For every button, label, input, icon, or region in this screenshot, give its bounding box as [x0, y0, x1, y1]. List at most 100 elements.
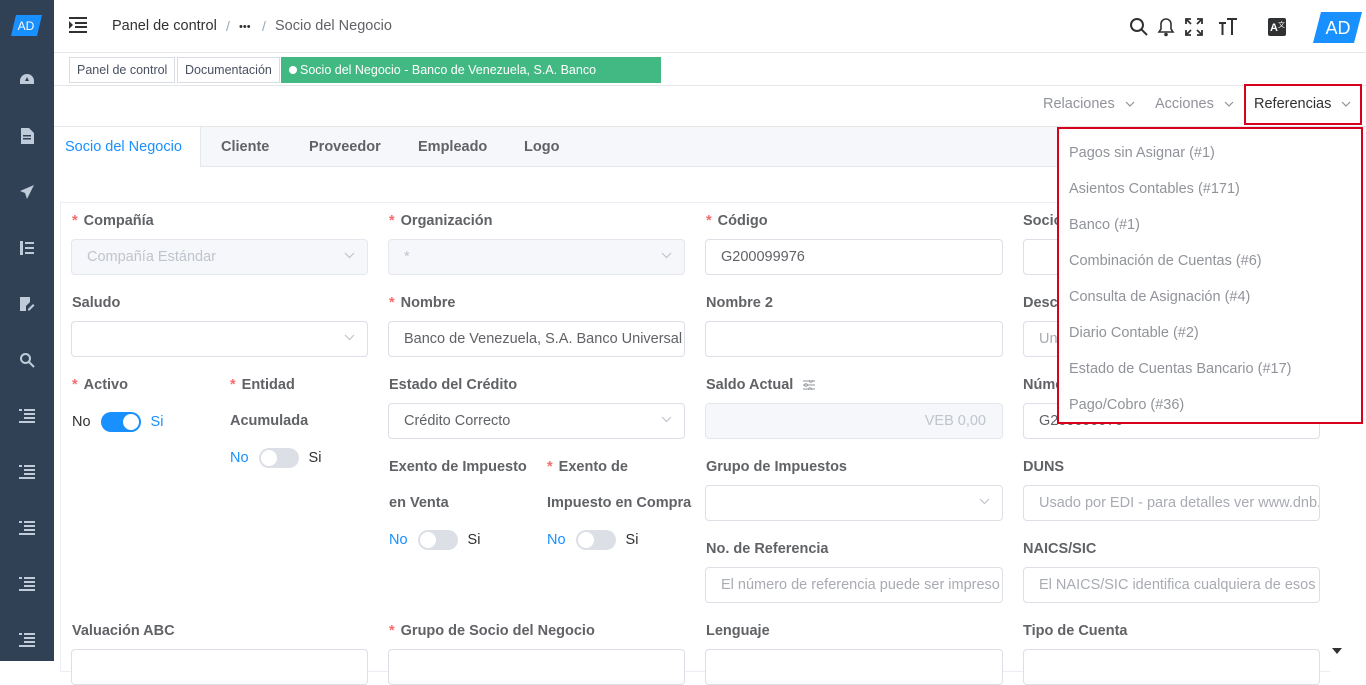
credit-status-label: Estado del Crédito	[389, 377, 518, 393]
toggle-switch[interactable]	[100, 412, 141, 432]
tag-socio-del-negocio[interactable]: Socio del Negocio - Banco de Venezuela, …	[281, 57, 661, 101]
svg-text:AD: AD	[18, 19, 35, 33]
reference-item[interactable]: Pagos sin Asignar (#1)	[1069, 145, 1215, 161]
active-switch[interactable]: No Si	[72, 412, 163, 432]
tax-exempt-sales-label-2: en Venta	[389, 495, 449, 511]
chevron-down-icon	[979, 498, 990, 505]
balance-label: Saldo Actual	[706, 377, 816, 393]
greeting-label: Saludo	[72, 295, 121, 311]
duns-input[interactable]: Usado por EDI - para detalles ver www.dn…	[1023, 485, 1320, 521]
tag-documentacion[interactable]: Documentación	[177, 57, 280, 83]
code-input[interactable]: G200099976	[705, 239, 1003, 275]
scroll-down-arrow-icon[interactable]	[1332, 648, 1342, 654]
svg-text:AD: AD	[1325, 18, 1350, 38]
tax-group-select[interactable]	[705, 485, 1003, 521]
tag-panel-de-control[interactable]: Panel de control	[69, 57, 176, 83]
name-input[interactable]: Banco de Venezuela, S.A. Banco Universal	[388, 321, 685, 357]
tax-exempt-purchase-label-2: Impuesto en Compra	[547, 495, 692, 511]
reference-item[interactable]: Banco (#1)	[1069, 217, 1140, 233]
abc-select[interactable]	[71, 649, 368, 685]
filter-icon[interactable]	[803, 379, 816, 391]
organization-value: *	[404, 249, 410, 265]
tab-socio-del-negocio[interactable]: Socio del Negocio	[54, 127, 201, 167]
toggle-switch[interactable]	[258, 448, 299, 468]
send-icon[interactable]	[18, 183, 36, 201]
organization-label: * Organización	[389, 213, 493, 229]
tab-proveedor[interactable]: Proveedor	[309, 127, 381, 167]
references-dropdown: Pagos sin Asignar (#1) Asientos Contable…	[1057, 127, 1363, 424]
naics-label: NAICS/SIC	[1023, 541, 1097, 557]
references-highlight	[1244, 84, 1362, 125]
tax-exempt-purchase-label: * Exento de	[547, 459, 628, 475]
name2-label: Nombre 2	[706, 295, 773, 311]
breadcrumb-ellipsis[interactable]: •••	[239, 21, 251, 33]
language-select[interactable]	[705, 649, 1003, 685]
switch-yes-label: Si	[150, 414, 164, 430]
search-icon[interactable]	[18, 351, 36, 369]
reference-item[interactable]: Consulta de Asignación (#4)	[1069, 289, 1250, 305]
document-icon[interactable]	[18, 127, 36, 145]
chevron-down-icon	[661, 416, 672, 423]
list-icon[interactable]	[18, 463, 36, 481]
tab-cliente[interactable]: Cliente	[221, 127, 269, 167]
summary-label: * Entidad	[230, 377, 295, 393]
reference-no-input[interactable]: El número de referencia puede ser impres…	[705, 567, 1003, 603]
relations-menu[interactable]: Relaciones	[1043, 96, 1135, 112]
switch-no-label: No	[547, 532, 566, 548]
balance-input[interactable]: VEB 0,00	[705, 403, 1003, 439]
chevron-down-icon	[661, 252, 672, 259]
active-dot-icon	[289, 66, 297, 74]
list-icon[interactable]	[18, 575, 36, 593]
greeting-select[interactable]	[71, 321, 368, 357]
duns-label: DUNS	[1023, 459, 1065, 475]
actions-label: Acciones	[1155, 96, 1214, 112]
svg-text:文: 文	[1278, 20, 1285, 29]
hamburger-icon[interactable]	[69, 17, 87, 33]
switch-yes-label: Si	[467, 532, 481, 548]
toggle-switch[interactable]	[417, 530, 458, 550]
app-logo[interactable]: AD	[11, 15, 42, 36]
search-icon[interactable]	[1128, 16, 1150, 38]
tax-exempt-sales-switch[interactable]: No Si	[389, 530, 480, 550]
reference-item[interactable]: Diario Contable (#2)	[1069, 325, 1199, 341]
actions-menu[interactable]: Acciones	[1155, 96, 1234, 112]
breadcrumb-home[interactable]: Panel de control	[112, 18, 217, 34]
user-avatar[interactable]: AD	[1313, 12, 1362, 43]
reference-item[interactable]: Pago/Cobro (#36)	[1069, 397, 1184, 413]
tax-exempt-purchase-switch[interactable]: No Si	[547, 530, 638, 550]
bp-group-select[interactable]	[388, 649, 685, 685]
tab-logo[interactable]: Logo	[524, 127, 559, 167]
naics-input[interactable]: El NAICS/SIC identifica cualquiera de es…	[1023, 567, 1320, 603]
name2-input[interactable]	[705, 321, 1003, 357]
credit-status-select[interactable]: Crédito Correcto	[388, 403, 685, 439]
summary-switch[interactable]: No Si	[230, 448, 321, 468]
dashboard-icon[interactable]	[18, 71, 36, 89]
fullscreen-icon[interactable]	[1183, 16, 1205, 38]
list-icon[interactable]	[18, 631, 36, 649]
list-icon[interactable]	[18, 407, 36, 425]
switch-no-label: No	[230, 450, 249, 466]
list-icon[interactable]	[18, 519, 36, 537]
account-type-label: Tipo de Cuenta	[1023, 623, 1128, 639]
credit-status-value: Crédito Correcto	[404, 413, 511, 429]
tag-label: Documentación	[185, 63, 272, 77]
reference-no-label: No. de Referencia	[706, 541, 829, 557]
code-label: * Código	[706, 213, 768, 229]
bell-icon[interactable]	[1155, 16, 1177, 38]
font-size-icon[interactable]	[1217, 16, 1239, 38]
reference-item[interactable]: Asientos Contables (#171)	[1069, 181, 1240, 197]
breadcrumb-separator: /	[262, 18, 266, 34]
summary-label-2: Acumulada	[230, 413, 309, 429]
reference-item[interactable]: Combinación de Cuentas (#6)	[1069, 253, 1262, 269]
reference-item[interactable]: Estado de Cuentas Bancario (#17)	[1069, 361, 1291, 377]
company-select[interactable]: Compañía Estándar	[71, 239, 368, 275]
switch-no-label: No	[389, 532, 408, 548]
translate-icon[interactable]: A文	[1266, 16, 1288, 38]
tax-group-label: Grupo de Impuestos	[706, 459, 847, 475]
organization-select[interactable]: *	[388, 239, 685, 275]
account-type-select[interactable]	[1023, 649, 1320, 685]
toggle-switch[interactable]	[575, 530, 616, 550]
tab-empleado[interactable]: Empleado	[418, 127, 487, 167]
edit-document-icon[interactable]	[18, 295, 36, 313]
tree-table-icon[interactable]	[18, 239, 36, 257]
